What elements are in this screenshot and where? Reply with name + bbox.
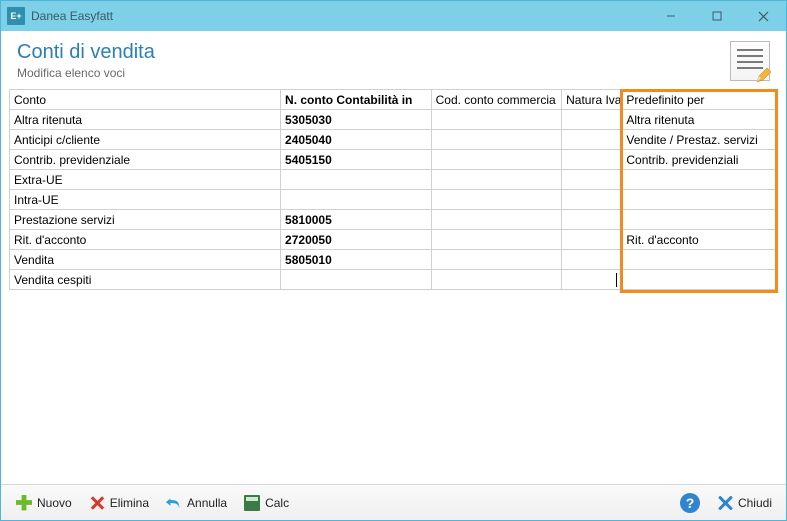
table-row[interactable]: Contrib. previdenziale5405150 Contrib. pr… (10, 150, 778, 170)
window-close-button[interactable] (740, 1, 786, 31)
table-cell[interactable] (431, 170, 562, 190)
table-cell[interactable]: 5405150 (281, 150, 432, 170)
close-button-label: Chiudi (738, 496, 772, 510)
plus-icon (15, 494, 33, 512)
table-cell[interactable] (562, 150, 622, 170)
table-cell[interactable]: Vendita (10, 250, 281, 270)
table-row[interactable]: Vendita cespiti (10, 270, 778, 290)
table-cell[interactable] (562, 130, 622, 150)
col-header-cod[interactable]: Cod. conto commercia (431, 90, 562, 110)
table-cell[interactable] (622, 270, 778, 290)
table-row[interactable]: Extra-UE (10, 170, 778, 190)
calc-button[interactable]: Calc (239, 492, 293, 514)
table-cell[interactable] (281, 170, 432, 190)
minimize-icon (666, 11, 676, 21)
table-cell[interactable] (431, 250, 562, 270)
undo-button[interactable]: Annulla (161, 492, 231, 514)
col-header-nconto[interactable]: N. conto Contabilità in (281, 90, 432, 110)
table-cell[interactable]: Contrib. previdenziale (10, 150, 281, 170)
delete-icon (88, 494, 106, 512)
table-cell[interactable] (562, 170, 622, 190)
table-cell[interactable] (562, 270, 622, 290)
table-cell[interactable]: Contrib. previdenziali (622, 150, 778, 170)
close-icon (758, 11, 769, 22)
pencil-icon (755, 66, 773, 84)
table-cell[interactable]: Intra-UE (10, 190, 281, 210)
page-subtitle: Modifica elenco voci (17, 66, 155, 80)
app-title: Danea Easyfatt (31, 9, 113, 23)
table-row[interactable]: Rit. d'acconto2720050Rit. d'acconto (10, 230, 778, 250)
table-cell[interactable]: Altra ritenuta (622, 110, 778, 130)
close-x-icon (716, 494, 734, 512)
table-row[interactable]: Prestazione servizi5810005 (10, 210, 778, 230)
undo-button-label: Annulla (187, 496, 227, 510)
table-cell[interactable] (431, 150, 562, 170)
table-cell[interactable] (431, 130, 562, 150)
table-cell[interactable]: 5810005 (281, 210, 432, 230)
table-cell[interactable] (562, 110, 622, 130)
col-header-natura[interactable]: Natura Iva (562, 90, 622, 110)
page-title: Conti di vendita (17, 41, 155, 64)
table-cell[interactable]: 5805010 (281, 250, 432, 270)
table-cell[interactable]: Rit. d'acconto (10, 230, 281, 250)
table-cell[interactable] (562, 250, 622, 270)
table-row[interactable]: Intra-UE (10, 190, 778, 210)
table-row[interactable]: Anticipi c/cliente2405040 Vendite / Prest… (10, 130, 778, 150)
table-cell[interactable] (431, 230, 562, 250)
table-cell[interactable]: Altra ritenuta (10, 110, 281, 130)
table-cell[interactable]: Prestazione servizi (10, 210, 281, 230)
table-cell[interactable] (562, 210, 622, 230)
help-button[interactable]: ? (676, 491, 704, 515)
table-cell[interactable] (431, 110, 562, 130)
close-button[interactable]: Chiudi (712, 492, 776, 514)
table-cell[interactable] (562, 230, 622, 250)
col-header-predef[interactable]: Predefinito per (622, 90, 778, 110)
page-header: Conti di vendita Modifica elenco voci (1, 31, 786, 89)
table-cell[interactable] (431, 270, 562, 290)
grid-area: Conto N. conto Contabilità in Cod. conto… (1, 89, 786, 484)
table-cell[interactable]: Anticipi c/cliente (10, 130, 281, 150)
table-cell[interactable] (431, 210, 562, 230)
table-row[interactable]: Altra ritenuta5305030Altra ritenuta (10, 110, 778, 130)
help-icon: ? (680, 493, 700, 513)
table-cell[interactable] (622, 210, 778, 230)
table-cell[interactable] (281, 190, 432, 210)
new-button[interactable]: Nuovo (11, 492, 76, 514)
delete-button[interactable]: Elimina (84, 492, 153, 514)
table-cell[interactable]: Rit. d'acconto (622, 230, 778, 250)
maximize-icon (712, 11, 722, 21)
table-header-row: Conto N. conto Contabilità in Cod. conto… (10, 90, 778, 110)
table-row[interactable]: Vendita5805010 (10, 250, 778, 270)
table-cell[interactable]: 5305030 (281, 110, 432, 130)
text-cursor (616, 273, 617, 287)
col-header-conto[interactable]: Conto (10, 90, 281, 110)
footer-toolbar: Nuovo Elimina Annulla Calc ? Chiudi (1, 484, 786, 520)
app-window: E+ Danea Easyfatt Conti di vendita Modif… (0, 0, 787, 521)
edit-list-button[interactable] (730, 41, 770, 81)
table-cell[interactable] (281, 270, 432, 290)
table-cell[interactable]: 2405040 (281, 130, 432, 150)
table-cell[interactable]: Vendita cespiti (10, 270, 281, 290)
table-cell[interactable]: Extra-UE (10, 170, 281, 190)
table-cell[interactable] (622, 170, 778, 190)
table-cell[interactable]: Vendite / Prestaz. servizi (622, 130, 778, 150)
new-button-label: Nuovo (37, 496, 72, 510)
calc-button-label: Calc (265, 496, 289, 510)
app-icon: E+ (7, 7, 25, 25)
table-cell[interactable] (622, 250, 778, 270)
table-cell[interactable]: 2720050 (281, 230, 432, 250)
undo-icon (165, 494, 183, 512)
accounts-table[interactable]: Conto N. conto Contabilità in Cod. conto… (9, 89, 778, 290)
table-cell[interactable] (622, 190, 778, 210)
delete-button-label: Elimina (110, 496, 149, 510)
minimize-button[interactable] (648, 1, 694, 31)
table-cell[interactable] (562, 190, 622, 210)
maximize-button[interactable] (694, 1, 740, 31)
table-cell[interactable] (431, 190, 562, 210)
titlebar: E+ Danea Easyfatt (1, 1, 786, 31)
calculator-icon (243, 494, 261, 512)
